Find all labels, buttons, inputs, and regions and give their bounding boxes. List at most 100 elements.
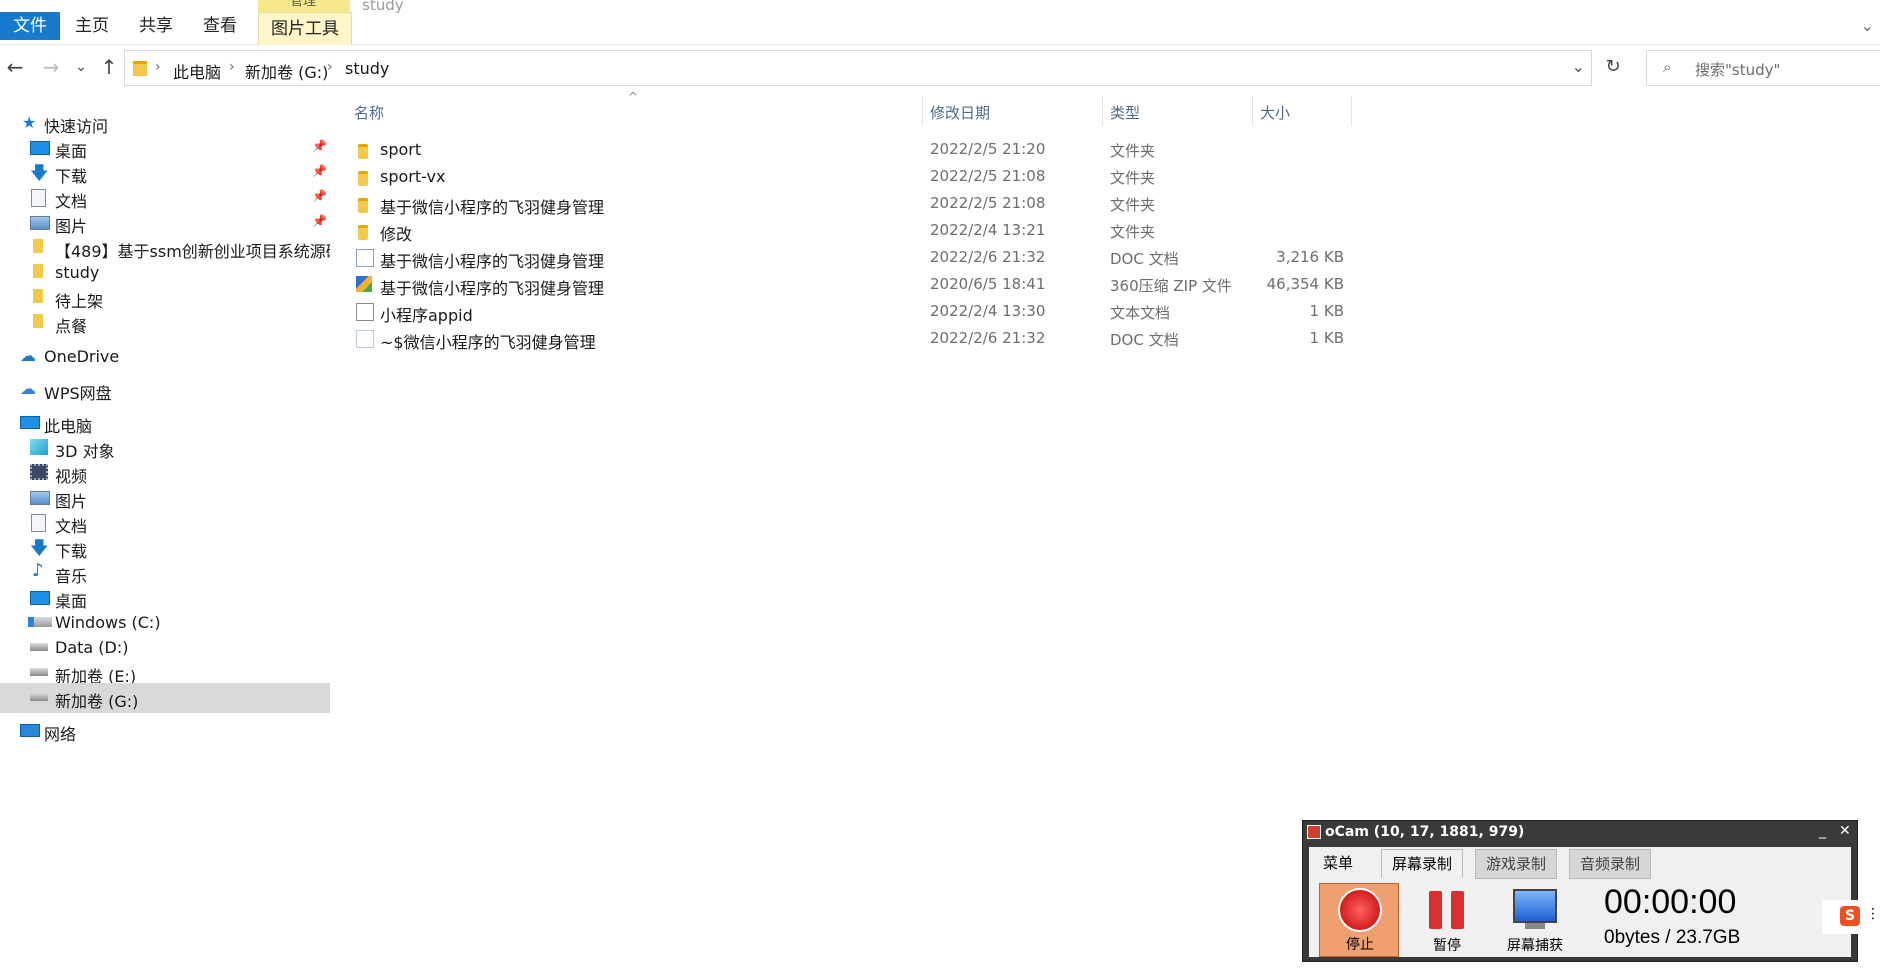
folder-icon <box>33 264 43 278</box>
folder-icon <box>133 61 147 76</box>
ocam-title: oCam (10, 17, 1881, 979) <box>1325 824 1525 840</box>
sidebar-item-label: study <box>55 263 100 282</box>
file-type: DOC 文档 <box>1110 331 1179 349</box>
document-icon <box>31 189 46 207</box>
breadcrumb-drive-g[interactable]: 新加卷 (G:) <box>245 59 328 83</box>
pin-icon[interactable]: 📌 <box>312 164 327 178</box>
doc-file-icon <box>356 249 374 267</box>
document-icon <box>31 514 46 532</box>
column-divider[interactable] <box>922 96 923 126</box>
sidebar-item-order-food[interactable]: 点餐 <box>0 308 330 338</box>
pause-button[interactable]: 暂停 <box>1407 883 1487 957</box>
file-row[interactable]: 修改 2022/2/4 13:21 文件夹 <box>340 217 1352 244</box>
file-row[interactable]: 基于微信小程序的飞羽健身管理 2020/6/5 18:41 360压缩 ZIP … <box>340 271 1352 298</box>
column-header-name[interactable]: 名称 <box>354 102 384 123</box>
desktop-icon <box>30 141 50 155</box>
ribbon-expand-icon[interactable]: ⌄ <box>1861 16 1874 35</box>
file-type: DOC 文档 <box>1110 250 1179 268</box>
sidebar-item-label: 点餐 <box>55 317 88 336</box>
file-name: 基于微信小程序的飞羽健身管理 <box>380 198 605 217</box>
file-type: 文件夹 <box>1110 196 1156 214</box>
column-header-type[interactable]: 类型 <box>1110 102 1140 123</box>
address-dropdown-chevron-icon[interactable]: ⌄ <box>1572 57 1585 76</box>
column-divider[interactable] <box>1351 96 1352 126</box>
pin-icon[interactable]: 📌 <box>312 139 327 153</box>
file-type: 文件夹 <box>1110 223 1156 241</box>
file-name: 修改 <box>380 225 413 244</box>
stop-label: 停止 <box>1346 937 1374 953</box>
folder-icon <box>33 289 43 303</box>
file-row[interactable]: sport 2022/2/5 21:20 文件夹 <box>340 136 1352 163</box>
ime-indicator[interactable]: S ⋮ <box>1822 900 1880 934</box>
file-date: 2022/2/5 21:08 <box>930 194 1046 212</box>
pin-icon[interactable]: 📌 <box>312 189 327 203</box>
ime-options-icon[interactable]: ⋮ <box>1866 906 1880 922</box>
text-file-icon <box>356 303 374 321</box>
file-size: 1 KB <box>1309 302 1344 320</box>
sidebar-item-wps[interactable]: ☁ WPS网盘 <box>0 375 330 405</box>
doc-file-icon <box>356 330 374 348</box>
ocam-tab-screen-record[interactable]: 屏幕录制 <box>1381 849 1464 878</box>
file-row[interactable]: ~$微信小程序的飞羽健身管理 2022/2/6 21:32 DOC 文档 1 K… <box>340 325 1352 352</box>
drive-icon <box>30 693 48 701</box>
sidebar-item-label: OneDrive <box>44 347 120 366</box>
network-icon <box>20 724 40 737</box>
file-row[interactable]: 基于微信小程序的飞羽健身管理 2022/2/6 21:32 DOC 文档 3,2… <box>340 244 1352 271</box>
tab-file[interactable]: 文件 <box>0 12 60 40</box>
refresh-icon[interactable]: ↻ <box>1598 52 1628 82</box>
pin-icon[interactable]: 📌 <box>312 214 327 228</box>
breadcrumb-this-pc[interactable]: 此电脑 <box>173 59 221 83</box>
file-row[interactable]: sport-vx 2022/2/5 21:08 文件夹 <box>340 163 1352 190</box>
screen-capture-button[interactable]: 屏幕捕获 <box>1495 883 1575 957</box>
minimize-icon[interactable]: _ <box>1819 823 1826 839</box>
context-tab-manage: 管理 <box>258 0 350 12</box>
sidebar-item-drive-g[interactable]: 新加卷 (G:) <box>0 683 330 713</box>
ocam-window[interactable]: oCam (10, 17, 1881, 979) _ ✕ 菜单 屏幕录制 游戏录… <box>1302 820 1858 962</box>
column-divider[interactable] <box>1102 96 1103 126</box>
zip-archive-icon <box>356 276 372 292</box>
breadcrumb-study[interactable]: study <box>345 59 389 78</box>
column-divider[interactable] <box>1252 96 1253 126</box>
pause-icon <box>1429 891 1465 929</box>
close-icon[interactable]: ✕ <box>1839 823 1851 839</box>
column-header-date[interactable]: 修改日期 <box>930 102 990 123</box>
sidebar-item-label: 新加卷 (G:) <box>55 692 139 711</box>
stop-button[interactable]: 停止 <box>1319 883 1399 957</box>
tab-picture-tools[interactable]: 图片工具 <box>258 12 352 45</box>
file-date: 2022/2/5 21:20 <box>930 140 1046 158</box>
search-input[interactable]: ⌕ 搜索"study" <box>1646 50 1880 86</box>
file-row[interactable]: 基于微信小程序的飞羽健身管理 2022/2/5 21:08 文件夹 <box>340 190 1352 217</box>
up-arrow-icon[interactable]: ↑ <box>94 52 124 82</box>
folder-icon <box>358 171 368 186</box>
ocam-app-icon <box>1307 825 1321 839</box>
cloud-icon: ☁ <box>20 346 36 365</box>
file-type: 360压缩 ZIP 文件 <box>1110 277 1232 295</box>
back-arrow-icon[interactable]: ← <box>0 52 30 82</box>
folder-icon <box>358 144 368 159</box>
address-bar[interactable]: › 此电脑 › 新加卷 (G:) › study ⌄ <box>124 50 1592 86</box>
monitor-icon <box>1513 889 1557 923</box>
forward-arrow-icon[interactable]: → <box>36 52 66 82</box>
navigation-pane: ★ 快速访问 桌面 📌 🡇 下载 📌 文档 📌 图片 📌 【489】基于ssm创… <box>0 108 330 976</box>
download-arrow-icon: 🡇 <box>30 163 49 184</box>
column-header-size[interactable]: 大小 <box>1260 102 1290 123</box>
ocam-tab-menu[interactable]: 菜单 <box>1313 849 1364 877</box>
tab-home[interactable]: 主页 <box>70 10 114 42</box>
recent-chevron-down-icon[interactable]: ⌄ <box>66 52 96 82</box>
file-row[interactable]: 小程序appid 2022/2/4 13:30 文本文档 1 KB <box>340 298 1352 325</box>
music-note-icon: ♪ <box>32 560 44 581</box>
ribbon: 管理 文件 主页 共享 查看 图片工具 study ⌄ <box>0 0 1880 45</box>
ocam-tab-game-record[interactable]: 游戏录制 <box>1475 849 1558 879</box>
ocam-tab-audio-record[interactable]: 音频录制 <box>1569 849 1652 879</box>
computer-icon <box>20 416 40 429</box>
file-name: sport <box>380 140 422 159</box>
tab-view[interactable]: 查看 <box>198 10 242 42</box>
drive-icon <box>30 643 48 651</box>
file-type: 文件夹 <box>1110 142 1156 160</box>
storage-readout: 0bytes / 23.7GB <box>1604 927 1741 948</box>
file-date: 2020/6/5 18:41 <box>930 275 1046 293</box>
screen-capture-label: 屏幕捕获 <box>1507 938 1563 954</box>
sidebar-item-onedrive[interactable]: ☁ OneDrive <box>0 342 330 372</box>
tab-share[interactable]: 共享 <box>134 10 178 42</box>
sidebar-item-network[interactable]: 网络 <box>0 716 330 746</box>
